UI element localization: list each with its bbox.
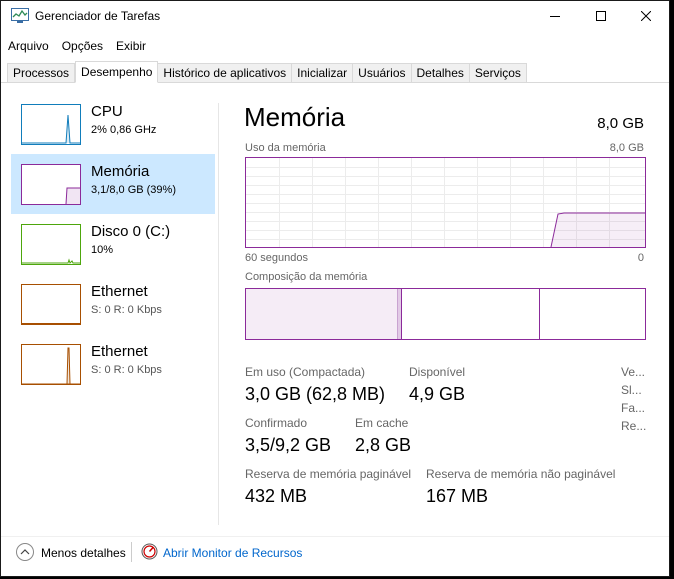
committed-value: 3,5/9,2 GB bbox=[245, 435, 332, 455]
page-title: Memória bbox=[244, 102, 346, 132]
maximize-icon bbox=[596, 11, 606, 21]
tab-usuarios[interactable]: Usuários bbox=[353, 63, 412, 83]
tab-strip: Processos Desempenho Histórico de aplica… bbox=[7, 61, 527, 83]
reserved-label-truncated: Re... bbox=[621, 419, 647, 433]
usage-graph-label: Uso da memória bbox=[245, 142, 326, 154]
usage-graph-max: 8,0 GB bbox=[609, 142, 644, 154]
sidebar-item-disco[interactable]: Disco 0 (C:) 10% bbox=[11, 214, 215, 274]
chevron-up-icon bbox=[20, 549, 30, 555]
sidebar-item-value: S: 0 R: 0 Kbps bbox=[91, 364, 162, 376]
tab-desempenho[interactable]: Desempenho bbox=[75, 61, 159, 83]
minimize-button[interactable] bbox=[532, 1, 578, 31]
sidebar-item-name: CPU bbox=[91, 103, 123, 120]
resource-monitor-icon[interactable] bbox=[141, 543, 158, 560]
tab-servicos[interactable]: Serviços bbox=[469, 63, 527, 83]
paged-pool-value: 432 MB bbox=[245, 486, 308, 506]
cached-label: Em cache bbox=[355, 416, 409, 430]
footer-separator bbox=[131, 542, 132, 562]
paged-pool-label: Reserva de memória paginável bbox=[245, 467, 412, 481]
window-title: Gerenciador de Tarefas bbox=[35, 9, 161, 23]
sidebar-item-ethernet-1[interactable]: Ethernet S: 0 R: 0 Kbps bbox=[11, 274, 215, 334]
memory-composition-bar bbox=[245, 288, 646, 340]
menu-exibir[interactable]: Exibir bbox=[109, 37, 152, 57]
close-button[interactable] bbox=[623, 1, 669, 31]
sidebar-item-name: Ethernet bbox=[91, 283, 148, 300]
close-icon bbox=[641, 11, 651, 21]
slots-label-truncated: Sl... bbox=[621, 383, 642, 397]
sidebar-item-ethernet-2[interactable]: Ethernet S: 0 R: 0 Kbps bbox=[11, 334, 215, 394]
memory-total: 8,0 GB bbox=[597, 115, 644, 132]
menu-opcoes[interactable]: Opções bbox=[55, 37, 109, 57]
speed-label-truncated: Ve... bbox=[621, 365, 646, 379]
available-value: 4,9 GB bbox=[409, 384, 466, 404]
footer-divider bbox=[1, 536, 669, 537]
sidebar-item-value: 10% bbox=[91, 244, 114, 256]
sidebar-item-value: S: 0 R: 0 Kbps bbox=[91, 304, 162, 316]
sidebar-item-value: 2% 0,86 GHz bbox=[91, 124, 157, 136]
in-use-value: 3,0 GB (62,8 MB) bbox=[245, 384, 386, 404]
disk-thumbnail-graph bbox=[21, 224, 81, 265]
memory-usage-chart bbox=[246, 158, 645, 248]
sidebar-item-name: Ethernet bbox=[91, 343, 148, 360]
resource-list: CPU 2% 0,86 GHz Memória 3,1/8,0 GB (39%)… bbox=[11, 94, 215, 524]
ethernet-thumbnail-graph bbox=[21, 344, 81, 385]
ethernet-thumbnail-graph bbox=[21, 284, 81, 325]
memory-usage-graph bbox=[245, 157, 646, 248]
maximize-button[interactable] bbox=[578, 1, 624, 31]
tab-historico[interactable]: Histórico de aplicativos bbox=[158, 63, 293, 83]
nonpaged-pool-label: Reserva de memória não paginável bbox=[426, 467, 616, 481]
task-manager-icon bbox=[11, 8, 29, 23]
memory-thumbnail-graph bbox=[21, 164, 81, 205]
time-axis-end: 0 bbox=[637, 252, 644, 264]
nonpaged-pool-value: 167 MB bbox=[426, 486, 489, 506]
pane-divider[interactable] bbox=[218, 103, 219, 525]
committed-label: Confirmado bbox=[245, 416, 308, 430]
tab-processos[interactable]: Processos bbox=[7, 63, 76, 83]
composition-label: Composição da memória bbox=[245, 271, 368, 283]
available-label: Disponível bbox=[409, 365, 466, 379]
open-resource-monitor-link[interactable]: Abrir Monitor de Recursos bbox=[163, 546, 302, 560]
title-bar[interactable]: Gerenciador de Tarefas bbox=[1, 1, 669, 31]
menu-arquivo[interactable]: Arquivo bbox=[1, 37, 55, 57]
less-details-button[interactable] bbox=[16, 543, 34, 561]
form-factor-label-truncated: Fa... bbox=[621, 401, 646, 415]
time-axis-start: 60 segundos bbox=[245, 252, 308, 264]
minimize-icon bbox=[550, 16, 560, 17]
tab-detalhes[interactable]: Detalhes bbox=[411, 63, 470, 83]
sidebar-item-cpu[interactable]: CPU 2% 0,86 GHz bbox=[11, 94, 215, 154]
sidebar-item-memoria[interactable]: Memória 3,1/8,0 GB (39%) bbox=[11, 154, 215, 214]
sidebar-item-name: Disco 0 (C:) bbox=[91, 223, 171, 240]
tab-inicializar[interactable]: Inicializar bbox=[292, 63, 354, 83]
sidebar-item-value: 3,1/8,0 GB (39%) bbox=[91, 184, 176, 196]
less-details-link[interactable]: Menos detalhes bbox=[41, 546, 126, 560]
composition-in-use[interactable] bbox=[246, 289, 397, 339]
menu-bar: Arquivo Opções Exibir bbox=[1, 37, 669, 57]
in-use-label: Em uso (Compactada) bbox=[245, 365, 366, 379]
sidebar-item-name: Memória bbox=[91, 163, 150, 180]
cpu-thumbnail-graph bbox=[21, 104, 81, 145]
task-manager-window: Gerenciador de Tarefas Arquivo Opções Ex… bbox=[0, 0, 670, 577]
cached-value: 2,8 GB bbox=[355, 435, 412, 455]
